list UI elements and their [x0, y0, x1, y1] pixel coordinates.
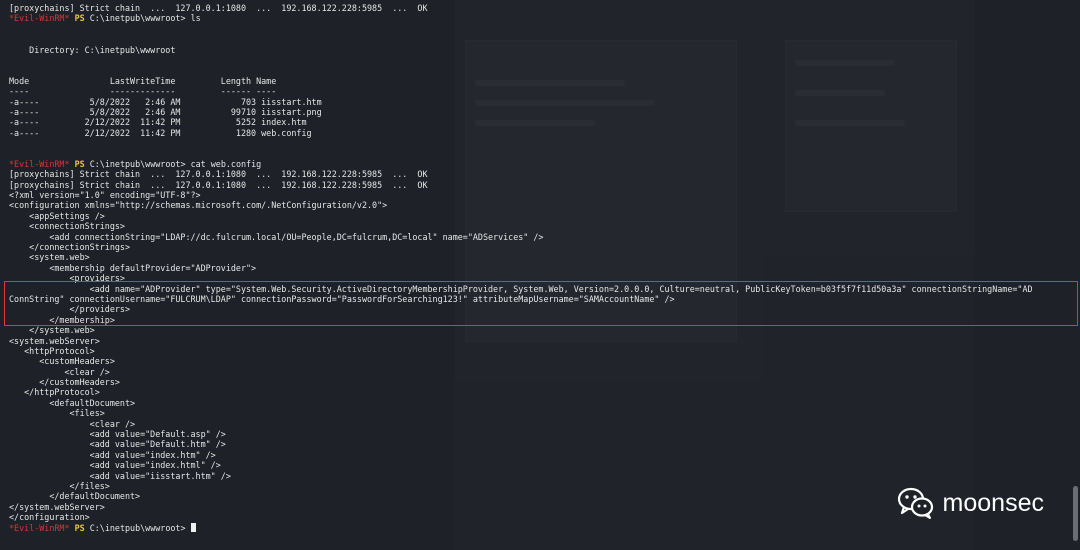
- output-line: <add value="Default.asp" />: [9, 429, 226, 440]
- output-line: <connectionStrings>: [9, 221, 125, 232]
- output-line: <add name="ADProvider" type="System.Web.…: [9, 283, 1033, 294]
- output-line: -a---- 2/12/2022 11:42 PM 5252 index.htm: [9, 117, 307, 128]
- output-line: </customHeaders>: [9, 377, 120, 388]
- wechat-icon: [897, 486, 935, 520]
- scrollbar[interactable]: [1073, 486, 1078, 541]
- output-line: Directory: C:\inetpub\wwwroot: [9, 44, 176, 55]
- prompt-line: *Evil-WinRM* PS C:\inetpub\wwwroot>: [9, 522, 1080, 533]
- output-line: <clear />: [9, 366, 110, 377]
- output-line: <httpProtocol>: [9, 345, 95, 356]
- output-line: </system.web>: [9, 325, 95, 336]
- terminal-window[interactable]: [proxychains] Strict chain ... 127.0.0.1…: [0, 0, 1080, 550]
- prompt-path: C:\inetpub\wwwroot>: [89, 13, 186, 24]
- output-line: ---- ------------- ------ ----: [9, 86, 277, 97]
- prompt-command: cat web.config: [190, 158, 262, 169]
- output-line: <system.webServer>: [9, 335, 100, 346]
- prompt-shell-name: Evil-WinRM*: [14, 522, 70, 533]
- output-line: <add connectionString="LDAP://dc.fulcrum…: [9, 231, 544, 242]
- output-line: </connectionStrings>: [9, 241, 131, 252]
- prompt-path: C:\inetpub\wwwroot>: [89, 158, 186, 169]
- output-line: [proxychains] Strict chain ... 127.0.0.1…: [9, 3, 428, 13]
- output-line: </httpProtocol>: [9, 387, 100, 398]
- output-line: <system.web>: [9, 252, 90, 263]
- prompt-ps-label: PS: [74, 13, 85, 24]
- watermark: moonsec: [897, 486, 1044, 520]
- output-line: -a---- 5/8/2022 2:46 AM 99710 iisstart.p…: [9, 106, 322, 117]
- output-line: <appSettings />: [9, 210, 105, 221]
- output-line: <providers>: [9, 273, 125, 284]
- terminal-output: [proxychains] Strict chain ... 127.0.0.1…: [9, 3, 1080, 533]
- output-line: <membership defaultProvider="ADProvider"…: [9, 262, 257, 273]
- prompt-ps-label: PS: [74, 158, 85, 169]
- output-line: <add value="Default.htm" />: [9, 439, 226, 450]
- prompt-shell-name: Evil-WinRM*: [14, 158, 70, 169]
- output-line: ConnString" connectionUsername="FULCRUM\…: [9, 293, 675, 304]
- output-line: -a---- 5/8/2022 2:46 AM 703 iisstart.htm: [9, 96, 322, 107]
- output-line: </membership>: [9, 314, 115, 325]
- prompt-line: *Evil-WinRM* PS C:\inetpub\wwwroot> cat …: [9, 159, 1080, 169]
- prompt-command: ls: [190, 13, 201, 24]
- output-line: </providers>: [9, 304, 131, 315]
- output-line: [proxychains] Strict chain ... 127.0.0.1…: [9, 179, 428, 190]
- output-line: <?xml version="1.0" encoding="UTF-8"?>: [9, 190, 201, 201]
- prompt-line: *Evil-WinRM* PS C:\inetpub\wwwroot> ls: [9, 13, 1080, 23]
- prompt-shell-name: Evil-WinRM*: [14, 13, 70, 24]
- output-line: <defaultDocument>: [9, 397, 136, 408]
- output-line: Mode LastWriteTime Length Name: [9, 75, 277, 86]
- output-line: <files>: [9, 408, 105, 419]
- prompt-path: C:\inetpub\wwwroot>: [89, 522, 186, 533]
- output-line: <add value="index.htm" />: [9, 449, 216, 460]
- output-line: <configuration xmlns="http://schemas.mic…: [9, 200, 388, 211]
- output-line: <customHeaders>: [9, 356, 115, 367]
- watermark-text: moonsec: [942, 488, 1044, 517]
- output-line: <clear />: [9, 418, 136, 429]
- output-line: <add value="iisstart.htm" />: [9, 470, 231, 481]
- output-line: -a---- 2/12/2022 11:42 PM 1280 web.confi…: [9, 127, 312, 138]
- output-line: [proxychains] Strict chain ... 127.0.0.1…: [9, 169, 428, 180]
- output-line: <add value="index.html" />: [9, 460, 221, 471]
- prompt-ps-label: PS: [74, 522, 85, 533]
- terminal-cursor[interactable]: [190, 522, 196, 532]
